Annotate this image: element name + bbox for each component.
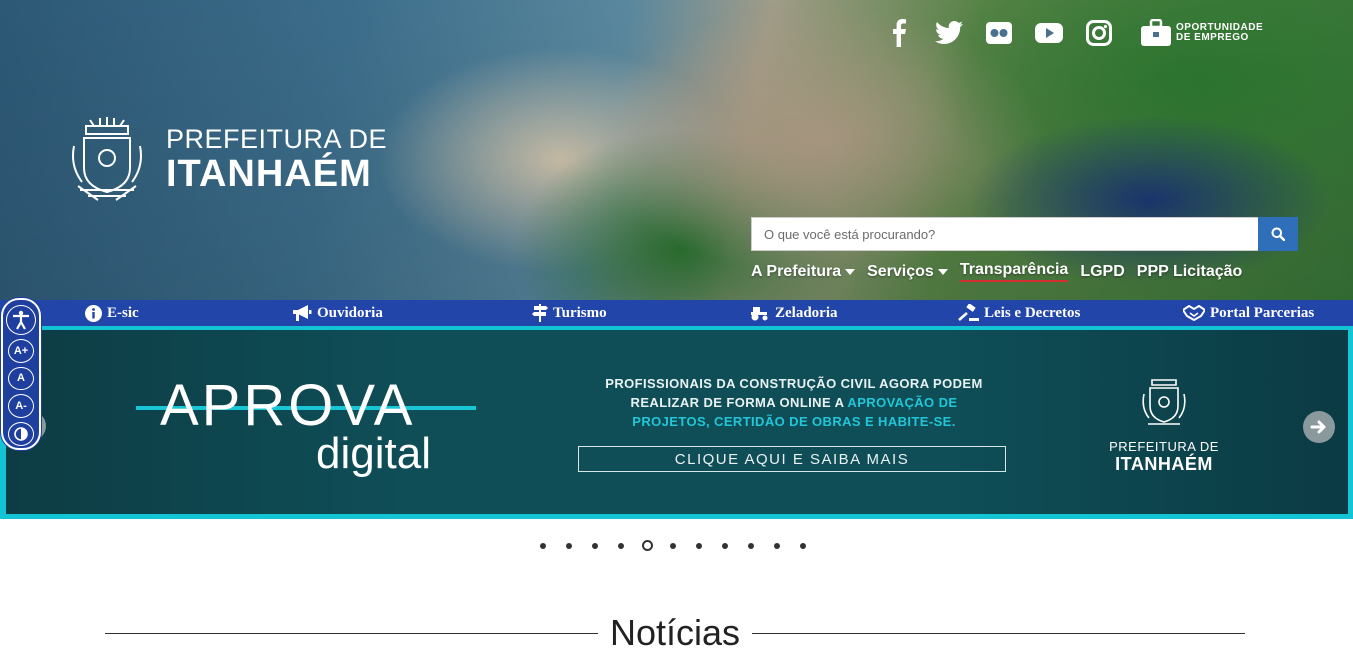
- menu-label: A Prefeitura: [751, 262, 842, 280]
- carousel-dot[interactable]: [748, 542, 754, 549]
- search-input[interactable]: [751, 217, 1258, 251]
- accessibility-icon[interactable]: [6, 305, 36, 335]
- carousel-dot[interactable]: [722, 542, 728, 549]
- carousel-indicators: [540, 540, 826, 551]
- emprego-line2: DE EMPREGO: [1176, 32, 1249, 43]
- section-title: Notícias: [609, 612, 741, 653]
- nav-label: Portal Parcerias: [1210, 304, 1315, 321]
- carousel-dot[interactable]: [566, 542, 572, 549]
- hero-header: PREFEITURA DE ITANHAÉM OPORTUNIDADE DE E…: [0, 0, 1353, 300]
- carousel-next-button[interactable]: [1303, 411, 1335, 443]
- search-icon: [1271, 227, 1285, 241]
- carousel-dot[interactable]: [592, 542, 598, 549]
- font-reset-button[interactable]: A: [8, 366, 34, 391]
- menu-label: LGPD: [1080, 262, 1125, 280]
- social-links: OPORTUNIDADE DE EMPREGO: [884, 18, 1263, 48]
- nav-label: Zeladoria: [775, 304, 838, 321]
- menu-label: Serviços: [867, 262, 934, 280]
- carousel-dot[interactable]: [696, 542, 702, 549]
- caret-down-icon: [845, 268, 856, 275]
- contrast-icon[interactable]: [8, 422, 34, 447]
- carousel-dot[interactable]: [618, 542, 624, 549]
- search-bar: [751, 217, 1298, 251]
- banner-slide[interactable]: APROVA digital PROFISSIONAIS DA CONSTRUÇ…: [6, 330, 1348, 514]
- menu-a-prefeitura[interactable]: A Prefeitura: [751, 261, 856, 282]
- carousel-dot[interactable]: [670, 542, 676, 549]
- briefcase-icon: [1141, 19, 1171, 46]
- megaphone-icon: [293, 305, 312, 321]
- signpost-icon: [532, 304, 548, 322]
- divider: [105, 632, 598, 634]
- menu-servicos[interactable]: Serviços: [867, 261, 948, 282]
- divider: [752, 632, 1246, 634]
- info-icon: [85, 304, 102, 322]
- menu-lgpd[interactable]: LGPD: [1080, 261, 1124, 282]
- news-section-header: Notícias: [105, 608, 1246, 658]
- banner-logo-line1: PREFEITURA DE: [1109, 439, 1219, 454]
- nav-item-esic[interactable]: E-sic: [85, 300, 139, 326]
- carousel-dot[interactable]: [800, 542, 806, 549]
- logo-line2: ITANHAÉM: [166, 153, 372, 195]
- aprova-text: APROVA: [160, 373, 416, 438]
- instagram-icon[interactable]: [1084, 18, 1114, 48]
- nav-label: E-sic: [107, 304, 139, 321]
- banner-description: PROFISSIONAIS DA CONSTRUÇÃO CIVIL AGORA …: [604, 374, 984, 431]
- handshake-icon: [1183, 305, 1205, 321]
- nav-label: Turismo: [553, 304, 607, 321]
- site-logo[interactable]: PREFEITURA DE ITANHAÉM: [68, 116, 387, 202]
- twitter-icon[interactable]: [934, 18, 964, 48]
- menu-label: PPP Licitação: [1136, 262, 1243, 280]
- arrow-right-icon: [1310, 420, 1326, 434]
- menu-ppp-licitacao[interactable]: PPP Licitação: [1137, 261, 1243, 282]
- banner-logo-line2: ITANHAÉM: [1115, 454, 1213, 474]
- quick-links-bar: E-sic Ouvidoria Turismo Zeladoria Leis e…: [0, 300, 1353, 326]
- carousel-banner[interactable]: APROVA digital PROFISSIONAIS DA CONSTRUÇ…: [0, 326, 1353, 519]
- font-decrease-button[interactable]: A-: [8, 394, 34, 419]
- gavel-icon: [958, 304, 979, 321]
- nav-item-turismo[interactable]: Turismo: [532, 300, 607, 326]
- nav-label: Leis e Decretos: [984, 304, 1081, 321]
- digital-text: digital: [316, 429, 431, 478]
- accessibility-panel: A+ A A-: [1, 298, 41, 450]
- facebook-icon[interactable]: [884, 18, 914, 48]
- nav-item-portal-parcerias[interactable]: Portal Parcerias: [1183, 300, 1314, 326]
- city-crest-icon: [1142, 379, 1186, 425]
- font-increase-button[interactable]: A+: [8, 338, 34, 363]
- city-crest-icon: [72, 117, 142, 201]
- nav-item-leis-decretos[interactable]: Leis e Decretos: [957, 300, 1080, 326]
- banner-cta-button[interactable]: CLIQUE AQUI E SAIBA MAIS: [578, 446, 1006, 472]
- carousel-dot[interactable]: [642, 540, 653, 551]
- banner-prefeitura-logo: PREFEITURA DE ITANHAÉM: [1104, 374, 1224, 475]
- carousel-dot[interactable]: [774, 542, 780, 549]
- menu-label: Transparência: [959, 261, 1069, 278]
- search-button[interactable]: [1258, 217, 1298, 251]
- tractor-icon: [751, 307, 768, 321]
- flickr-icon[interactable]: [984, 18, 1014, 48]
- caret-down-icon: [937, 268, 948, 275]
- youtube-icon[interactable]: [1034, 18, 1064, 48]
- main-menu: A Prefeitura Serviços Transparência LGPD…: [751, 261, 1254, 282]
- carousel-dot[interactable]: [540, 542, 546, 549]
- nav-label: Ouvidoria: [317, 304, 383, 321]
- nav-item-zeladoria[interactable]: Zeladoria: [750, 300, 838, 326]
- oportunidade-emprego-link[interactable]: OPORTUNIDADE DE EMPREGO: [1140, 19, 1263, 47]
- aprova-digital-logo: APROVA digital: [136, 373, 476, 478]
- menu-transparencia[interactable]: Transparência: [959, 261, 1069, 282]
- nav-item-ouvidoria[interactable]: Ouvidoria: [292, 300, 383, 326]
- logo-line1: PREFEITURA DE: [166, 124, 388, 154]
